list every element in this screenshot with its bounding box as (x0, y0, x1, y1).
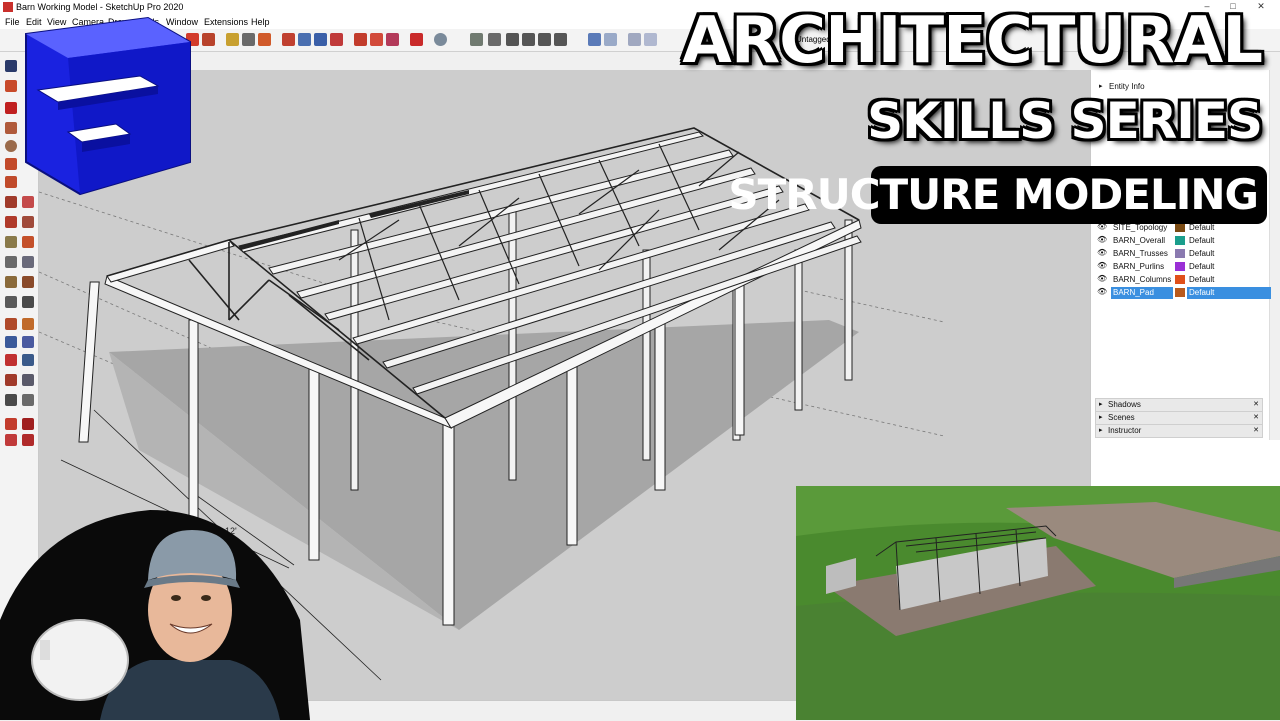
window-title: Barn Working Model - SketchUp Pro 2020 (16, 2, 184, 12)
tag-row-selected[interactable]: 👁 BARN_Pad Default (1095, 287, 1271, 299)
pan-icon[interactable] (298, 33, 311, 46)
wireframe-icon[interactable] (604, 33, 617, 46)
presenter-webcam (0, 510, 310, 720)
expand-arrow-icon: ▸ (1099, 401, 1103, 408)
tag-color-swatch[interactable] (1175, 262, 1185, 271)
text-tool-icon[interactable] (22, 256, 34, 268)
tag-row[interactable]: 👁 BARN_Columns Default (1095, 274, 1271, 286)
warehouse-icon[interactable] (354, 33, 367, 46)
eye-icon[interactable]: 👁 (1097, 261, 1107, 270)
dimension-tool-icon[interactable] (5, 296, 17, 308)
protractor-tool-icon[interactable] (5, 276, 17, 288)
close-icon[interactable]: ✕ (1253, 413, 1259, 421)
front-view-icon[interactable] (506, 33, 519, 46)
3d-warehouse-icon[interactable] (5, 418, 17, 430)
flip-tool-icon[interactable] (22, 236, 34, 248)
previous-view-icon[interactable] (22, 354, 34, 366)
extension-manager-icon[interactable] (410, 33, 423, 46)
left-view-icon[interactable] (554, 33, 567, 46)
close-icon[interactable]: ✕ (1253, 400, 1259, 408)
eye-icon[interactable]: 👁 (1097, 274, 1107, 283)
tag-row[interactable]: 👁 BARN_Overall Default (1095, 235, 1271, 247)
panel-scenes[interactable]: ▸ Scenes ✕ (1095, 411, 1263, 425)
tag-color-swatch[interactable] (1175, 223, 1185, 232)
close-icon[interactable]: ✕ (1253, 426, 1259, 434)
3d-text-tool-icon[interactable] (22, 296, 34, 308)
tag-row[interactable]: 👁 BARN_Trusses Default (1095, 248, 1271, 260)
user-account-icon[interactable] (434, 33, 447, 46)
extension-icon[interactable] (22, 434, 34, 446)
dimension-icon[interactable] (242, 33, 255, 46)
iso-view-icon[interactable] (470, 33, 483, 46)
xray-icon[interactable] (588, 33, 601, 46)
shaded-icon[interactable] (644, 33, 657, 46)
sketchup-app-icon (3, 2, 13, 12)
tape-measure-icon[interactable] (226, 33, 239, 46)
expand-arrow-icon: ▸ (1099, 414, 1103, 421)
offset-tool-icon[interactable] (5, 236, 17, 248)
tag-color-swatch[interactable] (1175, 288, 1185, 297)
layout-icon[interactable] (386, 33, 399, 46)
tag-color-swatch[interactable] (1175, 275, 1185, 284)
zoom-icon[interactable] (314, 33, 327, 46)
extension-warehouse-icon[interactable] (370, 33, 383, 46)
headline-skills-series: SKILLS SERIES (867, 92, 1263, 150)
zoom-extents-icon[interactable] (330, 33, 343, 46)
orbit-tool-icon[interactable] (5, 318, 17, 330)
back-view-icon[interactable] (538, 33, 551, 46)
section-plane-icon[interactable] (22, 394, 34, 406)
expand-arrow-icon: ▸ (1099, 427, 1103, 434)
headline-architectural: ARCHITECTURAL (682, 4, 1263, 78)
walk-tool-icon[interactable] (5, 394, 17, 406)
menu-extensions[interactable]: Extensions (204, 17, 248, 27)
paint-bucket-icon[interactable] (202, 33, 215, 46)
eye-icon[interactable]: 👁 (1097, 248, 1107, 257)
expand-arrow-icon: ▸ (1099, 83, 1103, 90)
zoom-extents-tool-icon[interactable] (5, 354, 17, 366)
pan-tool-icon[interactable] (22, 318, 34, 330)
hidden-line-icon[interactable] (628, 33, 641, 46)
orbit-icon[interactable] (282, 33, 295, 46)
protractor-icon[interactable] (258, 33, 271, 46)
headline-structure-modeling: STRUCTURE MODELING (728, 170, 1259, 219)
sketchup-logo-icon (25, 16, 191, 196)
eye-icon[interactable]: 👁 (1097, 235, 1107, 244)
eye-icon[interactable]: 👁 (1097, 287, 1107, 296)
components-icon[interactable] (5, 434, 17, 446)
tag-row[interactable]: 👁 BARN_Purlins Default (1095, 261, 1271, 273)
follow-me-tool-icon[interactable] (22, 196, 34, 208)
ruby-console-icon[interactable] (22, 418, 34, 430)
panel-shadows[interactable]: ▸ Shadows ✕ (1095, 398, 1263, 412)
tag-color-swatch[interactable] (1175, 236, 1185, 245)
panel-instructor[interactable]: ▸ Instructor ✕ (1095, 424, 1263, 438)
right-view-icon[interactable] (522, 33, 535, 46)
scale-tool-icon[interactable] (22, 216, 34, 228)
tag-color-swatch[interactable] (1175, 249, 1185, 258)
zoom-window-tool-icon[interactable] (22, 336, 34, 348)
menu-help[interactable]: Help (251, 17, 270, 27)
top-view-icon[interactable] (488, 33, 501, 46)
axes-tool-icon[interactable] (22, 276, 34, 288)
position-camera-icon[interactable] (5, 374, 17, 386)
zoom-tool-icon[interactable] (5, 336, 17, 348)
push-pull-tool-icon[interactable] (5, 196, 17, 208)
site-render-inset (796, 486, 1280, 720)
site-render-image (796, 486, 1280, 720)
look-around-icon[interactable] (22, 374, 34, 386)
move-tool-icon[interactable] (5, 216, 17, 228)
tape-tool-icon[interactable] (5, 256, 17, 268)
